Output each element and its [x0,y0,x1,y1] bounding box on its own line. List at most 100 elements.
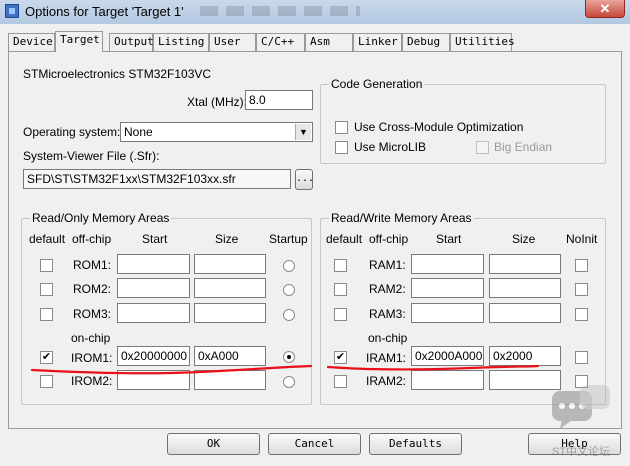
code-generation-legend: Code Generation [329,77,425,91]
tab-c-cpp[interactable]: C/C++ [256,33,305,51]
xtal-label: Xtal (MHz): [187,95,247,109]
iram1-noinit-checkbox[interactable] [575,351,588,364]
close-button[interactable]: ✕ [585,0,625,18]
ram-areas-legend: Read/Write Memory Areas [329,211,474,225]
rom3-default-checkbox[interactable] [40,308,53,321]
irom2-default-checkbox[interactable] [40,375,53,388]
irom1-startup-radio[interactable] [283,351,295,363]
operating-system-select[interactable]: None ▼ [120,122,313,142]
ram3-start-input[interactable] [411,303,484,323]
big-endian-checkbox [476,141,489,154]
app-icon [5,4,19,18]
tab-utilities[interactable]: Utilities [450,33,515,51]
iram2-default-checkbox[interactable] [334,375,347,388]
ram-onchip-label: on-chip [368,331,408,345]
radio-selected-dot [287,355,291,359]
rom1-size-input[interactable] [194,254,266,274]
ram-header-offchip: off-chip [369,232,409,246]
ram3-noinit-checkbox[interactable] [575,308,588,321]
rom-header-default: default [29,232,66,246]
window-title: Options for Target 'Target 1' [25,4,184,19]
irom1-label: IROM1: [71,351,113,365]
ram3-label: RAM3: [369,307,406,321]
ram1-noinit-checkbox[interactable] [575,259,588,272]
title-bar: Options for Target 'Target 1' ✕ [0,0,630,24]
irom1-default-checkbox[interactable]: ✔ [40,351,53,364]
iram1-label: IRAM1: [366,351,407,365]
sfr-label: System-Viewer File (.Sfr): [23,149,160,163]
tab-device[interactable]: Device [8,33,55,51]
xtal-input[interactable]: 8.0 [245,90,313,110]
irom1-start-input[interactable]: 0x20000000 [117,346,190,366]
microlib-label: Use MicroLIB [354,140,427,154]
rom2-label: ROM2: [73,282,112,296]
iram1-size-input[interactable]: 0x2000 [489,346,561,366]
ok-button[interactable]: OK [167,433,260,455]
watermark-text: ST中文论坛 [552,446,611,458]
forum-watermark: ST中文论坛 [550,383,620,463]
rom-header-start: Start [142,232,168,246]
microlib-checkbox[interactable] [335,141,348,154]
ram1-default-checkbox[interactable] [334,259,347,272]
iram2-start-input[interactable] [411,370,484,390]
big-endian-label: Big Endian [494,140,553,154]
target-tab-panel: STMicroelectronics STM32F103VC Xtal (MHz… [8,51,622,429]
ram-header-size: Size [512,232,536,246]
ram-header-noinit: NoInit [566,232,598,246]
tab-linker[interactable]: Linker [353,33,402,51]
defaults-button[interactable]: Defaults [369,433,462,455]
ram2-label: RAM2: [369,282,406,296]
rom2-default-checkbox[interactable] [40,283,53,296]
rom2-startup-radio[interactable] [283,284,295,296]
irom2-size-input[interactable] [194,370,266,390]
rom-header-offchip: off-chip [72,232,112,246]
rom3-startup-radio[interactable] [283,309,295,321]
irom2-startup-radio[interactable] [283,376,295,388]
tab-target[interactable]: Target [55,31,103,52]
rom1-label: ROM1: [73,258,112,272]
device-name: STMicroelectronics STM32F103VC [23,67,212,81]
tab-listing[interactable]: Listing [153,33,209,51]
rom1-start-input[interactable] [117,254,190,274]
cancel-button[interactable]: Cancel [268,433,361,455]
iram1-start-input[interactable]: 0x2000A000 [411,346,484,366]
rom3-label: ROM3: [73,307,112,321]
tab-output[interactable]: Output [109,33,154,51]
rom1-startup-radio[interactable] [283,260,295,272]
ram1-start-input[interactable] [411,254,484,274]
iram2-label: IRAM2: [366,374,407,388]
tab-asm[interactable]: Asm [305,33,353,51]
rom2-size-input[interactable] [194,278,266,298]
ram2-start-input[interactable] [411,278,484,298]
ram3-default-checkbox[interactable] [334,308,347,321]
ram1-label: RAM1: [369,258,406,272]
ram-header-start: Start [436,232,462,246]
iram1-default-checkbox[interactable]: ✔ [334,351,347,364]
sfr-path-field[interactable]: SFD\ST\STM32F1xx\STM32F103xx.sfr [23,169,291,189]
ram3-size-input[interactable] [489,303,561,323]
ram1-size-input[interactable] [489,254,561,274]
tab-user[interactable]: User [209,33,256,51]
title-bar-background-text [200,6,360,16]
ram2-noinit-checkbox[interactable] [575,283,588,296]
irom2-start-input[interactable] [117,370,190,390]
operating-system-value: None [124,125,153,139]
sfr-browse-button[interactable]: ... [295,169,314,190]
rom3-start-input[interactable] [117,303,190,323]
tab-debug[interactable]: Debug [402,33,450,51]
ram2-default-checkbox[interactable] [334,283,347,296]
ram2-size-input[interactable] [489,278,561,298]
rom1-default-checkbox[interactable] [40,259,53,272]
chevron-down-icon[interactable]: ▼ [295,124,311,140]
rom2-start-input[interactable] [117,278,190,298]
cross-module-checkbox[interactable] [335,121,348,134]
rom-onchip-label: on-chip [71,331,111,345]
operating-system-label: Operating system: [23,125,121,139]
irom2-label: IROM2: [71,374,113,388]
cross-module-label: Use Cross-Module Optimization [354,120,524,134]
rom-header-size: Size [215,232,239,246]
rom-header-startup: Startup [269,232,308,246]
rom3-size-input[interactable] [194,303,266,323]
irom1-size-input[interactable]: 0xA000 [194,346,266,366]
ram-header-default: default [326,232,363,246]
